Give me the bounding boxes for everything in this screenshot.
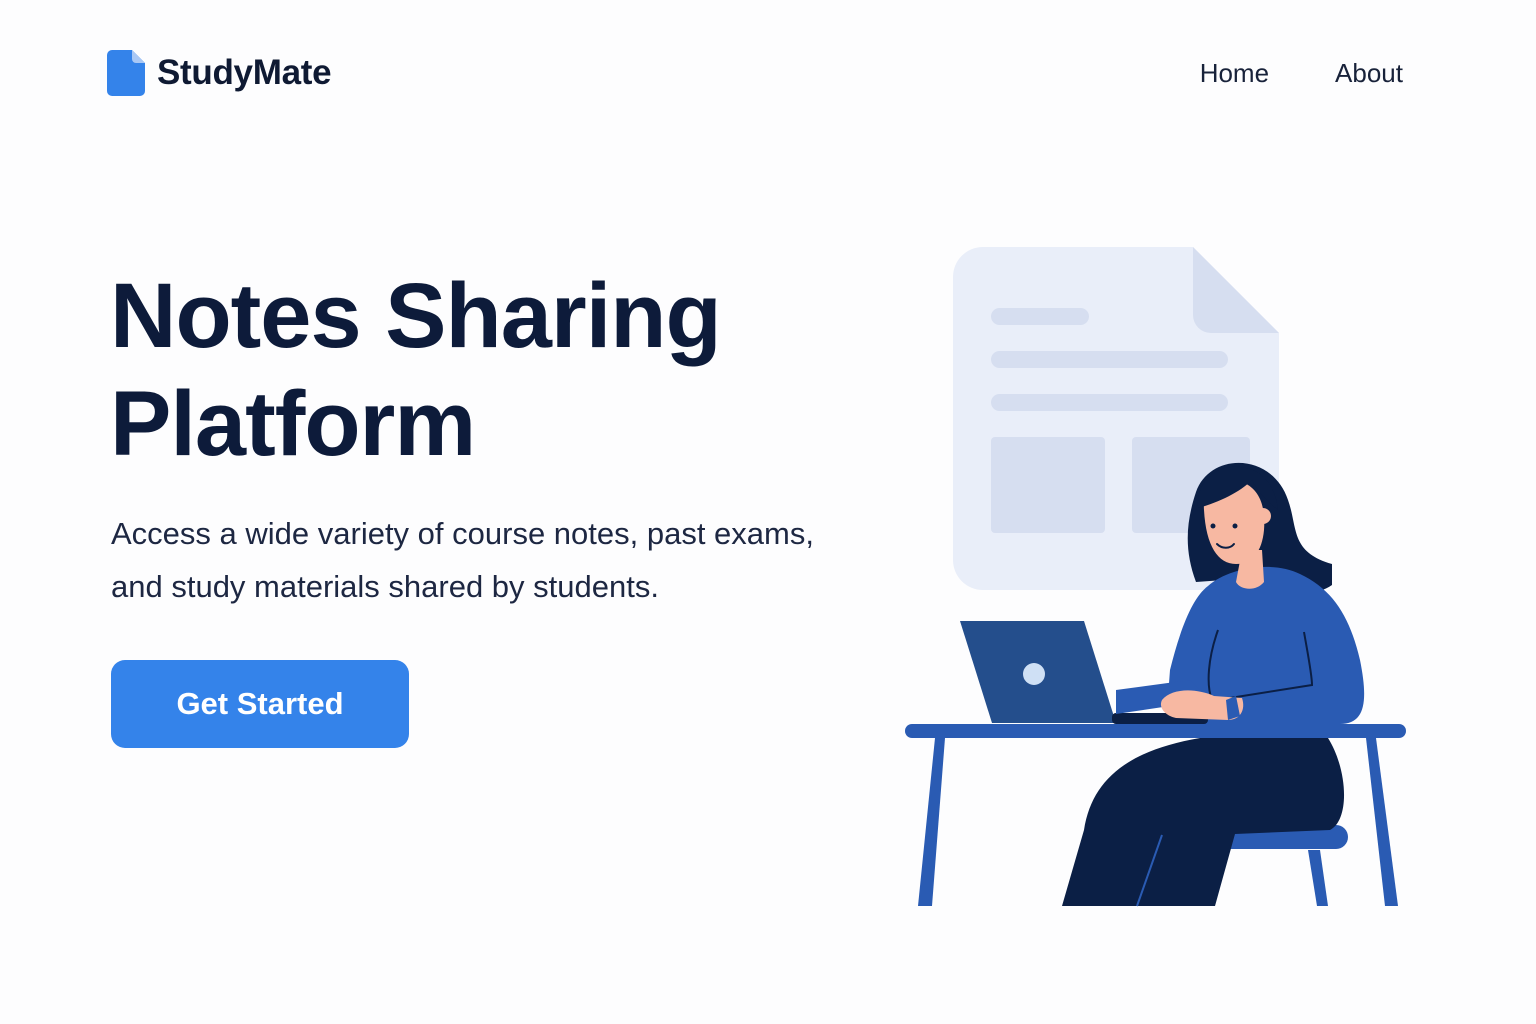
hero-title: Notes Sharing Platform — [110, 262, 830, 478]
brand-name: StudyMate — [157, 53, 332, 92]
nav-link-about[interactable]: About — [1335, 58, 1403, 89]
document-icon — [107, 50, 145, 96]
main-nav: Home About — [1200, 58, 1403, 89]
hero-subtitle: Access a wide variety of course notes, p… — [111, 516, 814, 604]
brand-logo[interactable]: StudyMate — [107, 50, 332, 96]
landing-page: StudyMate Home About Notes Sharing Platf… — [0, 0, 1536, 1024]
hero-title-line-1: Notes Sharing — [110, 265, 722, 367]
legs — [1062, 738, 1345, 906]
get-started-button[interactable]: Get Started — [111, 660, 409, 748]
student-at-laptop-illustration — [905, 247, 1406, 907]
hero-title-line-2: Platform — [110, 373, 476, 475]
nav-link-home[interactable]: Home — [1200, 58, 1269, 89]
